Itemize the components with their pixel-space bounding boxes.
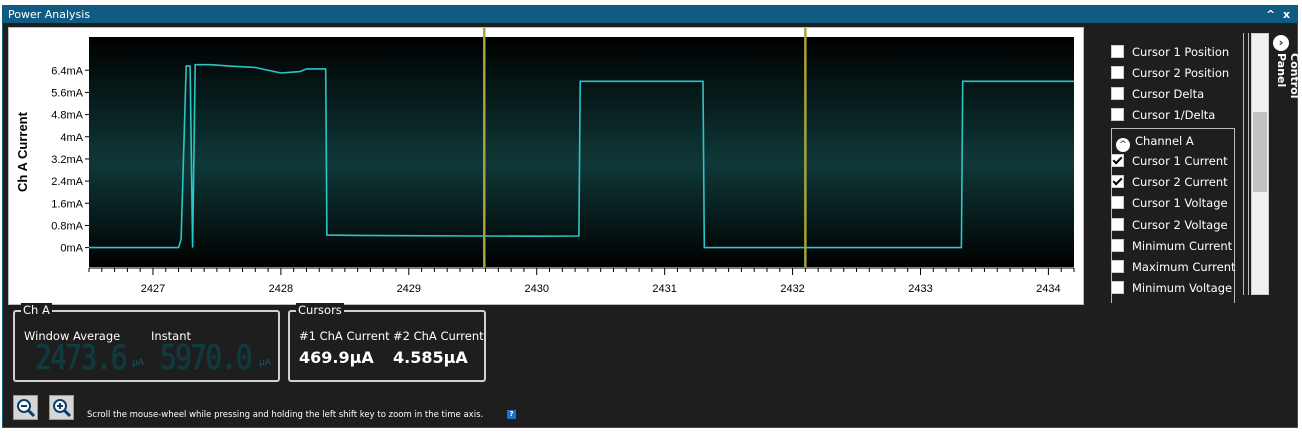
checkbox-icon [1111,281,1124,294]
collapse-button[interactable]: ^ [1266,6,1275,23]
cursor-2-voltage-checkbox[interactable]: Cursor 2 Voltage [1111,216,1228,234]
y-tick-label: 4.8mA [51,110,83,122]
cursor-1-current-checkbox[interactable]: Cursor 1 Current [1111,152,1228,170]
window-title: Power Analysis [8,8,91,21]
cursor-2-value: 4.585μA [393,348,468,367]
title-bar: Power Analysis ^ x [3,6,1297,23]
y-tick-label: 5.6mA [51,87,83,99]
control-panel-label: Control Panel [1275,53,1301,99]
help-icon[interactable]: ? [507,410,516,419]
chevron-right-icon: › [1273,35,1289,51]
cursor-2-current-checkbox[interactable]: Cursor 2 Current [1111,173,1228,191]
control-panel-toggle[interactable]: › Control Panel [1271,33,1301,133]
x-tick-label: 2427 [141,283,165,295]
zoom-in-icon [53,399,72,418]
cursor-1-delta-checkbox[interactable]: Cursor 1/Delta [1111,106,1215,124]
y-tick-label: 0.8mA [51,220,83,232]
checkbox-icon [1111,66,1124,79]
cursor-2-label: #2 ChA Current [393,329,484,343]
channel-a-expander[interactable]: ^ Channel A [1116,133,1194,152]
window-average-value: 2473.6 [35,338,128,378]
ch-a-group: Ch A Window Average Instant 2473.6 μA 59… [13,303,280,382]
y-tick-label: 0mA [60,243,83,255]
x-tick-label: 2431 [652,283,676,295]
maximum-current-checkbox[interactable]: Maximum Current [1111,258,1236,276]
x-tick-label: 2433 [908,283,932,295]
ch-a-legend: Ch A [21,303,52,317]
instant-unit: μA [259,358,271,368]
cursor-delta-checkbox[interactable]: Cursor Delta [1111,85,1204,103]
plot-area [89,37,1074,267]
power-analysis-window: Power Analysis ^ x Ch A Current 0mA 0.8mA 1… [2,5,1301,428]
chart-svg: Ch A Current 0mA 0.8mA 1.6mA 2.4mA 3.2mA 4mA 4.… [15,28,1075,295]
y-tick-label: 6.4mA [51,65,83,77]
checkbox-checked-icon [1111,175,1124,188]
minimum-current-checkbox[interactable]: Minimum Current [1111,237,1232,255]
checkbox-icon [1111,239,1124,252]
checkbox-icon [1111,196,1124,209]
cursors-group: Cursors #1 ChA Current #2 ChA Current 46… [288,303,486,382]
x-tick-label: 2429 [397,283,421,295]
zoom-in-button[interactable] [49,395,74,420]
checkbox-icon [1111,87,1124,100]
zoom-hint-text: Scroll the mouse-wheel while pressing an… [87,410,484,420]
cursor-1-voltage-checkbox[interactable]: Cursor 1 Voltage [1111,194,1228,212]
y-tick-label: 3.2mA [51,154,83,166]
x-tick-label: 2428 [269,283,293,295]
chevron-up-icon: ^ [1116,138,1130,152]
zoom-out-icon [17,399,36,418]
minimum-voltage-checkbox[interactable]: Minimum Voltage [1111,279,1232,297]
x-tick-label: 2432 [780,283,804,295]
panel-splitter[interactable] [1243,33,1249,295]
checkbox-icon [1111,218,1124,231]
cursor-2-position-checkbox[interactable]: Cursor 2 Position [1111,64,1229,82]
window-average-unit: μA [132,358,144,368]
y-tick-label: 2.4mA [51,176,83,188]
control-panel-list: Cursor 1 Position Cursor 2 Position Curs… [1103,33,1241,303]
y-tick-label: 4mA [60,132,83,144]
cursor-1-value: 469.9μA [299,348,374,367]
scrollbar-thumb[interactable] [1253,112,1267,192]
x-tick-label: 2434 [1036,283,1060,295]
checkbox-checked-icon [1111,154,1124,167]
checkbox-icon [1111,108,1124,121]
control-panel-scrollbar[interactable] [1251,33,1269,295]
close-button[interactable]: x [1283,6,1290,23]
instant-value: 5970.0 [160,338,253,378]
cursor-1-label: #1 ChA Current [299,329,390,343]
x-tick-label: 2430 [524,283,548,295]
cursors-legend: Cursors [296,303,344,317]
zoom-out-button[interactable] [13,395,38,420]
y-axis-label: Ch A Current [15,111,30,192]
checkbox-icon [1111,260,1124,273]
cursor-1-position-checkbox[interactable]: Cursor 1 Position [1111,43,1229,61]
y-tick-label: 1.6mA [51,198,83,210]
current-chart[interactable]: Ch A Current 0mA 0.8mA 1.6mA 2.4mA 3.2mA 4mA 4.… [8,27,1084,305]
checkbox-icon [1111,45,1124,58]
